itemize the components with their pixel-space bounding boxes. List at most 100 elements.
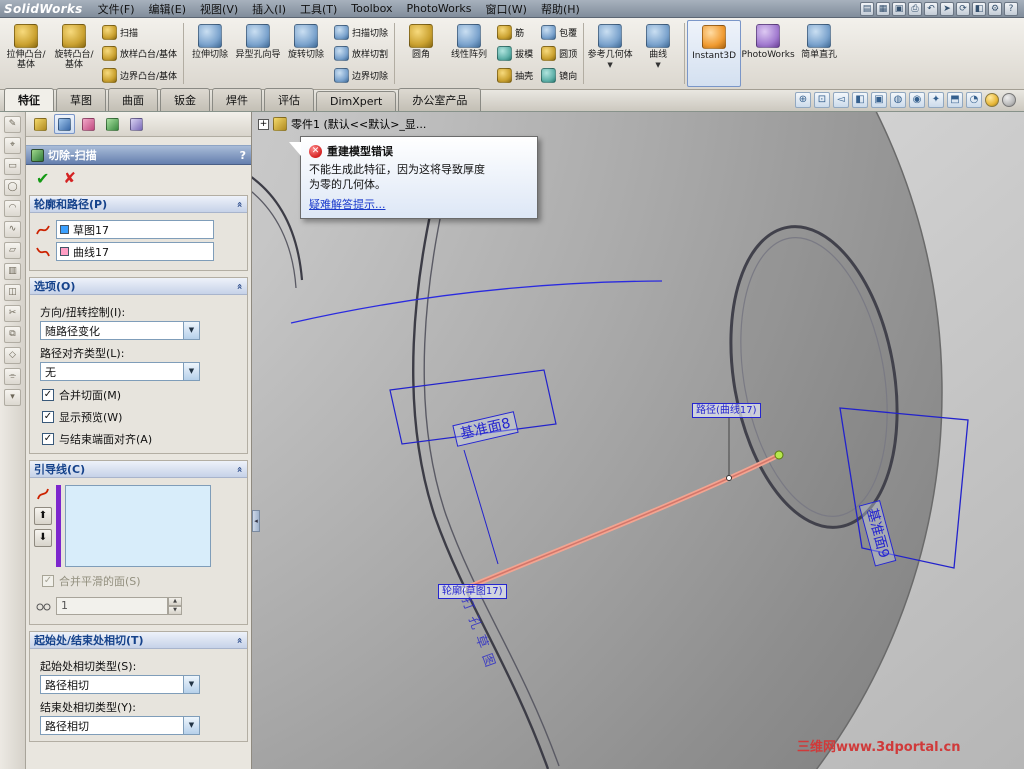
panel-splitter-handle[interactable]: ◂	[252, 510, 260, 532]
previous-view-icon[interactable]: ◅	[833, 92, 849, 108]
side-tool-icon[interactable]: ⧉	[4, 326, 21, 343]
options-icon[interactable]: ⚙	[988, 2, 1002, 16]
side-tool-icon[interactable]: ◠	[4, 200, 21, 217]
path-midpoint-handle[interactable]	[727, 476, 732, 481]
fillet-button[interactable]: 圆角	[397, 20, 445, 87]
tab-evaluate[interactable]: 评估	[264, 88, 314, 111]
spin-down-icon[interactable]: ▼	[168, 606, 182, 615]
rebuild-icon[interactable]: ⟳	[956, 2, 970, 16]
part-name[interactable]: 零件1 (默认<<默认>_显...	[291, 116, 426, 132]
pm-tab-displaymanager[interactable]	[126, 114, 147, 134]
ok-button[interactable]: ✔	[36, 169, 49, 188]
boundary-cut-button[interactable]: 边界切除	[334, 66, 388, 84]
align-end-faces-checkbox[interactable]: ✓ 与结束端面对齐(A)	[42, 431, 243, 447]
pm-tab-propertymanager[interactable]	[54, 114, 75, 134]
zoom-fit-icon[interactable]: ⊕	[795, 92, 811, 108]
side-tool-icon[interactable]: ✂	[4, 305, 21, 322]
path-endpoint-marker[interactable]	[775, 451, 783, 459]
hide-show-items-icon[interactable]: ◉	[909, 92, 925, 108]
orientation-select[interactable]: 随路径变化 ▼	[40, 321, 200, 340]
section-header-tangency[interactable]: 起始处/结束处相切(T) »	[30, 632, 247, 649]
revolved-cut-button[interactable]: 旋转切除	[282, 20, 330, 87]
move-down-button[interactable]: ⬇	[34, 529, 52, 547]
pm-tab-dimxpertmanager[interactable]	[102, 114, 123, 134]
start-tangency-select[interactable]: 路径相切 ▼	[40, 675, 200, 694]
instant3d-button[interactable]: Instant3D	[687, 20, 741, 87]
expand-tree-icon[interactable]: +	[258, 119, 269, 130]
menu-item-toolbox[interactable]: Toolbox	[344, 1, 399, 16]
extruded-cut-button[interactable]: 拉伸切除	[186, 20, 234, 87]
undo-icon[interactable]: ↶	[924, 2, 938, 16]
color-icon[interactable]: ◧	[972, 2, 986, 16]
menu-item-file[interactable]: 文件(F)	[91, 0, 142, 18]
extruded-boss-button[interactable]: 拉伸凸台/基体	[2, 20, 50, 87]
lofted-cut-button[interactable]: 放样切割	[334, 45, 388, 63]
select-icon[interactable]: ➤	[940, 2, 954, 16]
reference-geometry-button[interactable]: 参考几何体 ▼	[586, 20, 634, 87]
section-header-guide-curves[interactable]: 引导线(C) »	[30, 461, 247, 478]
tab-dimxpert[interactable]: DimXpert	[316, 91, 396, 111]
merge-tangent-faces-checkbox[interactable]: ✓ 合并切面(M)	[42, 387, 243, 403]
side-tool-icon[interactable]: ⌯	[4, 368, 21, 385]
menu-item-photoworks[interactable]: PhotoWorks	[400, 1, 479, 16]
photoworks-button[interactable]: PhotoWorks	[741, 20, 795, 87]
menu-item-help[interactable]: 帮助(H)	[534, 0, 587, 18]
pm-tab-configurationmanager[interactable]	[78, 114, 99, 134]
zoom-area-icon[interactable]: ⊡	[814, 92, 830, 108]
open-icon[interactable]: ▦	[876, 2, 890, 16]
section-header-options[interactable]: 选项(O) »	[30, 278, 247, 295]
graphics-viewport[interactable]: + 零件1 (默认<<默认>_显... ✕ 重建模型错误 不能生成此特征，因为这…	[252, 112, 1024, 769]
mirror-button[interactable]: 镜向	[541, 66, 577, 84]
tab-surfaces[interactable]: 曲面	[108, 88, 158, 111]
save-icon[interactable]: ▣	[892, 2, 906, 16]
show-preview-checkbox[interactable]: ✓ 显示预览(W)	[42, 409, 243, 425]
section-header-profile-path[interactable]: 轮廓和路径(P) »	[30, 196, 247, 213]
wrap-button[interactable]: 包覆	[541, 23, 577, 41]
side-tool-icon[interactable]: ◇	[4, 347, 21, 364]
render-orb-icon[interactable]	[985, 93, 999, 107]
sections-spinner[interactable]: 1 ▲ ▼	[56, 597, 182, 615]
menu-item-view[interactable]: 视图(V)	[193, 0, 245, 18]
dome-button[interactable]: 圆顶	[541, 45, 577, 63]
display-style-icon[interactable]: ◍	[890, 92, 906, 108]
menu-item-insert[interactable]: 插入(I)	[245, 0, 293, 18]
view-orientation-icon[interactable]: ▣	[871, 92, 887, 108]
side-tool-icon[interactable]: ◫	[4, 284, 21, 301]
profile-field[interactable]: 草图17	[56, 220, 214, 239]
curves-button[interactable]: 曲线 ▼	[634, 20, 682, 87]
menu-item-tools[interactable]: 工具(T)	[293, 0, 344, 18]
new-document-icon[interactable]: ▤	[860, 2, 874, 16]
tab-office-products[interactable]: 办公室产品	[398, 88, 481, 111]
tab-sheet-metal[interactable]: 钣金	[160, 88, 210, 111]
revolved-boss-button[interactable]: 旋转凸台/基体	[50, 20, 98, 87]
spin-up-icon[interactable]: ▲	[168, 597, 182, 606]
path-callout[interactable]: 路径(曲线17)	[692, 403, 761, 418]
tab-weldments[interactable]: 焊件	[212, 88, 262, 111]
side-tool-icon[interactable]: ▱	[4, 242, 21, 259]
hole-wizard-button[interactable]: 异型孔向导	[234, 20, 282, 87]
end-tangency-select[interactable]: 路径相切 ▼	[40, 716, 200, 735]
swept-cut-button[interactable]: 扫描切除	[334, 23, 388, 41]
linear-pattern-button[interactable]: 线性阵列	[445, 20, 493, 87]
pm-tab-featuremanager[interactable]	[30, 114, 51, 134]
simple-hole-button[interactable]: 简单直孔	[795, 20, 843, 87]
loft-button[interactable]: 放样凸台/基体	[102, 45, 177, 63]
tab-features[interactable]: 特征	[4, 88, 54, 111]
boundary-boss-button[interactable]: 边界凸台/基体	[102, 66, 177, 84]
sweep-button[interactable]: 扫描	[102, 23, 177, 41]
menu-item-edit[interactable]: 编辑(E)	[142, 0, 194, 18]
side-tool-icon[interactable]: ▭	[4, 158, 21, 175]
side-tool-icon[interactable]: ▥	[4, 263, 21, 280]
help-button[interactable]: ?	[240, 149, 246, 162]
side-tool-icon[interactable]: ∿	[4, 221, 21, 238]
tab-sketch[interactable]: 草图	[56, 88, 106, 111]
edit-appearance-icon[interactable]: ✦	[928, 92, 944, 108]
side-tool-icon[interactable]: ⌖	[4, 137, 21, 154]
feature-tree-breadcrumb[interactable]: + 零件1 (默认<<默认>_显...	[258, 116, 426, 132]
path-field[interactable]: 曲线17	[56, 242, 214, 261]
spinner-value[interactable]: 1	[56, 597, 168, 615]
move-up-button[interactable]: ⬆	[34, 507, 52, 525]
side-tool-icon[interactable]: ▾	[4, 389, 21, 406]
guide-curves-listbox[interactable]	[65, 485, 211, 567]
side-tool-icon[interactable]: ✎	[4, 116, 21, 133]
